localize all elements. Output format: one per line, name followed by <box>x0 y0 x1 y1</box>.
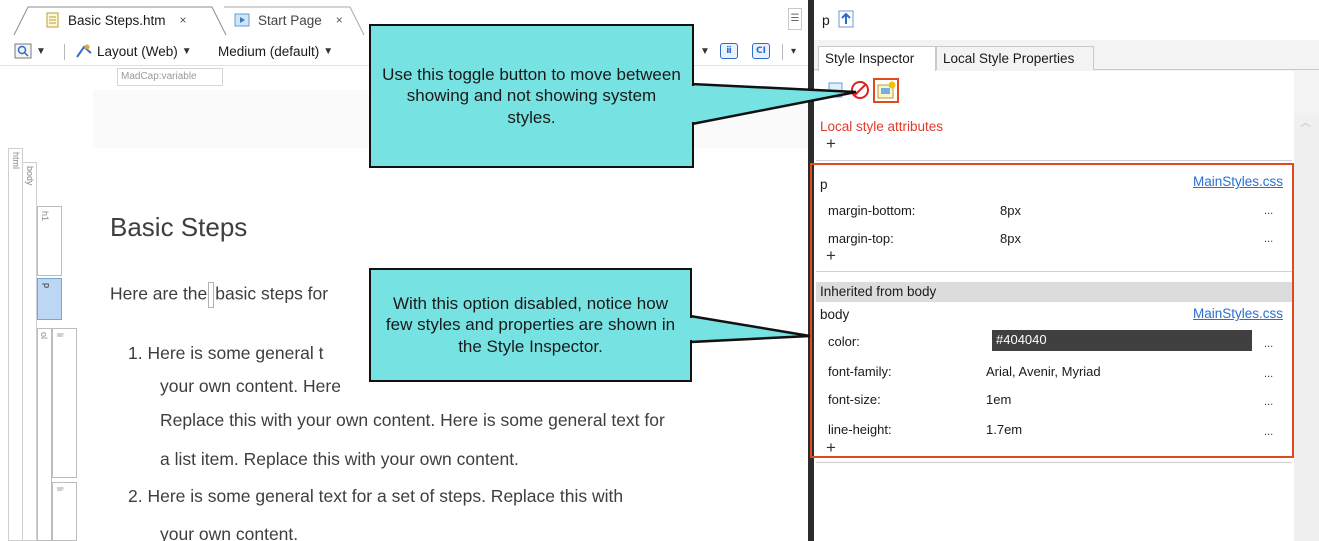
add-property-button[interactable]: + <box>826 438 836 458</box>
divider <box>816 271 1292 272</box>
chevron-down-icon: ▼ <box>36 45 46 57</box>
structure-bar-ol[interactable]: ol <box>37 328 52 541</box>
zoom-icon <box>14 43 32 59</box>
property-value[interactable]: 8px <box>1000 203 1021 218</box>
variable-tag: MadCap:variable <box>117 68 223 86</box>
chevron-down-icon: ▼ <box>700 45 710 57</box>
close-icon[interactable]: × <box>336 13 343 27</box>
tab-label: Basic Steps.htm <box>68 12 166 28</box>
condition-button[interactable]: CI <box>752 41 770 61</box>
property-more-button[interactable]: ... <box>1264 338 1273 350</box>
callout-top: Use this toggle button to move between s… <box>369 24 694 168</box>
property-name: line-height: <box>828 422 892 437</box>
variable-button[interactable]: ⅱ <box>720 41 738 61</box>
property-name: font-size: <box>828 392 881 407</box>
property-name: font-family: <box>828 364 892 379</box>
text-cursor-marker <box>208 282 215 308</box>
tab-label: Start Page <box>258 12 322 28</box>
structure-bar-body[interactable]: body <box>22 162 37 541</box>
list-item-line[interactable]: your own content. <box>160 524 298 541</box>
properties-icon[interactable] <box>828 81 844 99</box>
scroll-up-icon[interactable]: ︿ <box>1300 114 1311 130</box>
rule-selector: body <box>820 307 850 322</box>
property-more-button[interactable]: ... <box>1264 426 1273 438</box>
layout-label: Layout (Web) <box>97 43 178 59</box>
condition-icon: CI <box>752 43 770 59</box>
property-more-button[interactable]: ... <box>1264 396 1273 408</box>
toolbar-dropdown-right[interactable]: ▼ <box>700 41 710 61</box>
medium-dropdown[interactable]: Medium (default) ▼ <box>218 41 333 61</box>
document-paragraph[interactable]: Here are the basic steps for <box>110 282 328 308</box>
stylesheet-link[interactable]: MainStyles.css <box>1193 306 1283 321</box>
list-item-line[interactable]: 2. Here is some general text for a set o… <box>128 486 623 507</box>
document-heading[interactable]: Basic Steps <box>110 212 247 243</box>
close-icon[interactable]: × <box>180 13 187 27</box>
structure-bar-li[interactable]: li <box>52 328 77 478</box>
clear-styles-icon[interactable] <box>850 80 870 100</box>
rule-selector: p <box>820 177 828 192</box>
inspector-toolbar <box>814 71 1294 115</box>
list-item-line[interactable]: a list item. Replace this with your own … <box>160 449 519 470</box>
layout-icon <box>76 44 92 58</box>
stylesheet-link[interactable]: MainStyles.css <box>1193 174 1283 189</box>
panel-header: p <box>814 0 1319 40</box>
system-styles-toggle-icon[interactable] <box>877 81 896 100</box>
paragraph-text: basic steps for <box>215 283 329 304</box>
property-more-button[interactable]: ... <box>1264 368 1273 380</box>
divider <box>816 160 1292 161</box>
structure-bar-li[interactable]: li <box>52 482 77 541</box>
list-item-line[interactable]: your own content. Here <box>160 376 341 397</box>
toolbar-separator <box>64 44 65 60</box>
inspector-scrollbar[interactable] <box>1294 115 1319 541</box>
document-icon <box>46 12 59 28</box>
variable-icon: ⅱ <box>720 43 738 59</box>
property-name: margin-top: <box>828 231 894 246</box>
chevron-down-icon: ▼ <box>181 45 192 57</box>
start-page-icon <box>234 13 250 27</box>
list-item-line[interactable]: Replace this with your own content. Here… <box>160 410 665 431</box>
property-value[interactable]: 1em <box>986 392 1011 407</box>
layout-dropdown[interactable]: Layout (Web) ▼ <box>75 41 192 61</box>
tab-overflow-button[interactable]: ☰ <box>788 8 802 30</box>
divider <box>816 462 1292 463</box>
callout-bottom: With this option disabled, notice how fe… <box>369 268 692 382</box>
chevron-down-icon: ▼ <box>323 45 334 57</box>
tab-start-page[interactable]: Start Page × <box>200 6 375 36</box>
toolbar-separator <box>782 44 783 60</box>
property-value[interactable]: 1.7em <box>986 422 1022 437</box>
property-name: color: <box>828 334 860 349</box>
local-style-title: Local style attributes <box>820 119 944 134</box>
structure-bar-html[interactable]: html <box>8 148 23 541</box>
property-value[interactable]: 8px <box>1000 231 1021 246</box>
property-value[interactable]: Arial, Avenir, Myriad <box>986 364 1101 379</box>
paragraph-text: Here are the <box>110 283 208 304</box>
toolbar-overflow-button[interactable]: ▾ <box>791 41 796 61</box>
tab-basic-steps[interactable]: Basic Steps.htm × <box>12 6 227 36</box>
structure-bars: html body h1 p ol li li <box>0 100 93 541</box>
tab-local-style-properties[interactable]: Local Style Properties <box>936 46 1094 70</box>
select-parent-icon[interactable] <box>838 10 854 28</box>
structure-bar-p[interactable]: p <box>37 278 62 320</box>
list-item-line[interactable]: 1. Here is some general t <box>128 343 324 364</box>
element-label: p <box>822 12 830 28</box>
property-more-button[interactable]: ... <box>1264 205 1273 217</box>
tab-style-inspector[interactable]: Style Inspector <box>818 46 936 71</box>
property-more-button[interactable]: ... <box>1264 233 1273 245</box>
color-value-field[interactable]: #404040 <box>992 330 1252 351</box>
inherited-label: Inherited from body <box>820 284 937 299</box>
overflow-icon: ▾ <box>791 45 797 57</box>
add-property-button[interactable]: + <box>826 246 836 266</box>
property-name: margin-bottom: <box>828 203 916 218</box>
structure-bar-h1[interactable]: h1 <box>37 206 62 276</box>
medium-label: Medium (default) <box>218 43 320 59</box>
add-local-style-button[interactable]: + <box>826 134 836 154</box>
zoom-dropdown[interactable]: ▼ <box>14 41 46 61</box>
